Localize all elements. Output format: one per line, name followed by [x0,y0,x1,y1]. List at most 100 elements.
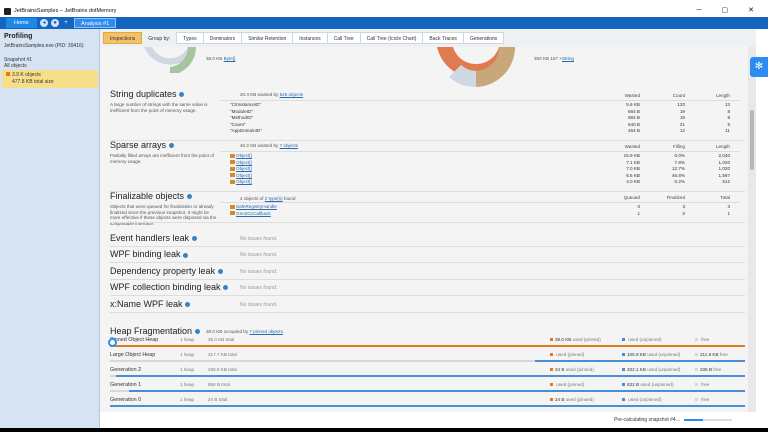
column-header: Length [715,93,730,98]
ai-assistant-button[interactable]: ✻ [750,57,768,77]
table-row[interactable]: Object[] [230,160,252,165]
home-tab[interactable]: Home [6,18,37,28]
heap-legend-item: 211.8 KB free [695,352,728,357]
section-label: WPF collection binding leak [110,282,221,293]
finalizable-types-link[interactable]: 2 type(s) [265,196,283,201]
table-row[interactable]: Object[] [230,173,252,178]
row-name[interactable]: "AppDomainID" [230,128,262,133]
fragment-left-link[interactable]: Byte[] [224,56,236,61]
no-issues-text: No issues found. [240,236,278,242]
scrollbar-thumb[interactable] [750,110,754,170]
legend-label: used (pinned) [556,352,585,357]
back-icon[interactable]: ◂ [40,19,48,27]
row-name[interactable]: SafeRegistryHandle [236,204,277,209]
info-icon[interactable] [168,143,174,149]
info-icon[interactable] [194,329,200,335]
scrollbar[interactable] [748,47,756,412]
legend-label: free [701,397,710,402]
no-issues-text: No issues found. [240,268,278,275]
string-duplicates-desc: A large number of strings with the same … [110,102,208,113]
row-name[interactable]: "Count" [230,122,246,127]
row-name[interactable]: Object[] [236,160,252,165]
table-row[interactable]: "AppDomainID" [230,128,262,133]
cell-wasted: 640 B [627,121,640,127]
row-name[interactable]: "ClrInstanceID" [230,102,261,107]
heap-summary: 39.0 KB occupied by 7 pinned objects [206,329,283,334]
heap-row-name[interactable]: Pinned Object Heap [110,337,158,343]
row-name[interactable]: Object[] [236,179,252,184]
info-icon[interactable] [183,252,189,258]
tab-inspections[interactable]: Inspections [103,32,143,44]
snapshot-info: Snapshot #1 All objects [4,57,32,69]
table-row[interactable]: "ModuleID" [230,109,253,114]
analysis-tab[interactable]: Analysis #1 [74,18,117,28]
legend-swatch [695,398,698,402]
tab-instances[interactable]: Instances [292,32,328,44]
table-row[interactable]: "MethodID" [230,115,253,120]
heap-row-name[interactable]: Large Object Heap [110,352,155,358]
sparse-arrays-objects-link[interactable]: 7 objects [280,143,298,148]
string-duplicates-objects-link[interactable]: 546 objects [280,92,304,97]
table-row[interactable]: Object[] [230,166,252,171]
pinned-objects-link[interactable]: 7 pinned objects [249,329,282,334]
tab-back-traces[interactable]: Back Traces [422,32,464,44]
info-icon[interactable] [217,268,223,274]
table-row[interactable]: Object[] [230,179,252,184]
row-name[interactable]: Gen2GcCallback [236,211,271,216]
add-icon[interactable]: + [62,19,70,27]
finalizable-desc: Objects that were queued for finalizatio… [110,204,217,226]
legend-value: 336 B [700,367,713,372]
legend-label: free [701,337,710,342]
snapshot-icon[interactable]: ● [51,19,59,27]
header-divider [220,151,740,152]
heap-row-name[interactable]: Generation 0 [110,397,141,403]
tab-types[interactable]: Types [176,32,204,44]
minimize-button[interactable]: ─ [697,6,702,16]
row-name[interactable]: Object[] [236,153,252,158]
table-row[interactable]: "Count" [230,122,246,127]
heap-row-name[interactable]: Generation 1 [110,382,141,388]
tab-generations[interactable]: Generations [462,32,505,44]
legend-swatch [622,383,625,387]
fragment-right: 360 KB 157 ×String [534,56,574,61]
heap-total: 856 B total [208,382,230,387]
tab-dominators[interactable]: Dominators [202,32,243,44]
sparse-arrays-summary: 46.2 KB wasted by 7 objects [240,143,298,148]
app-icon [4,8,11,15]
legend-label: used (unpinned) [647,352,681,357]
fragment-right-link[interactable]: String [562,56,574,61]
table-row[interactable]: "ClrInstanceID" [230,102,261,107]
info-icon[interactable] [191,236,197,242]
snapshot-card[interactable]: 3.9 K objects 477.8 KB total size [2,70,98,88]
row-name[interactable]: "MethodID" [230,115,253,120]
no-issue-section-title: WPF collection binding leak [110,282,229,293]
row-name[interactable]: Object[] [236,166,252,171]
sparse-arrays-desc: Partially filled arrays are inefficient … [110,153,215,164]
heap-legend-item: 24 B used (pinned) [550,397,594,402]
maximize-button[interactable]: ▢ [722,6,729,16]
heap-row-name[interactable]: Generation 2 [110,367,141,373]
table-row[interactable]: Object[] [230,153,252,158]
close-button[interactable]: ✕ [748,6,754,16]
legend-swatch [622,353,625,357]
cell-length: 1,597 [718,172,731,178]
section-divider [110,295,745,297]
row-name[interactable]: Object[] [236,173,252,178]
header-divider [220,202,740,203]
info-icon[interactable] [185,301,191,307]
table-row[interactable]: Gen2GcCallback [230,211,271,216]
tab-similar-retention[interactable]: Similar Retention [241,32,294,44]
row-name[interactable]: "ModuleID" [230,109,253,114]
tab-call-tree-icicle-chart-[interactable]: Call Tree (Icicle Chart) [359,32,424,44]
info-icon[interactable] [186,194,192,200]
info-icon[interactable] [179,92,185,98]
object-type-icon [230,160,235,165]
heap-bar-pinned [110,345,745,347]
legend-swatch [550,338,553,342]
cell-length: 13 [724,102,730,107]
app-window: JetBrainsSamples – JetBrains dotMemory ─… [0,0,768,428]
cell-length: 1,020 [718,166,731,171]
tab-call-tree[interactable]: Call Tree [326,32,361,44]
info-icon[interactable] [223,285,229,291]
table-row[interactable]: SafeRegistryHandle [230,204,277,209]
